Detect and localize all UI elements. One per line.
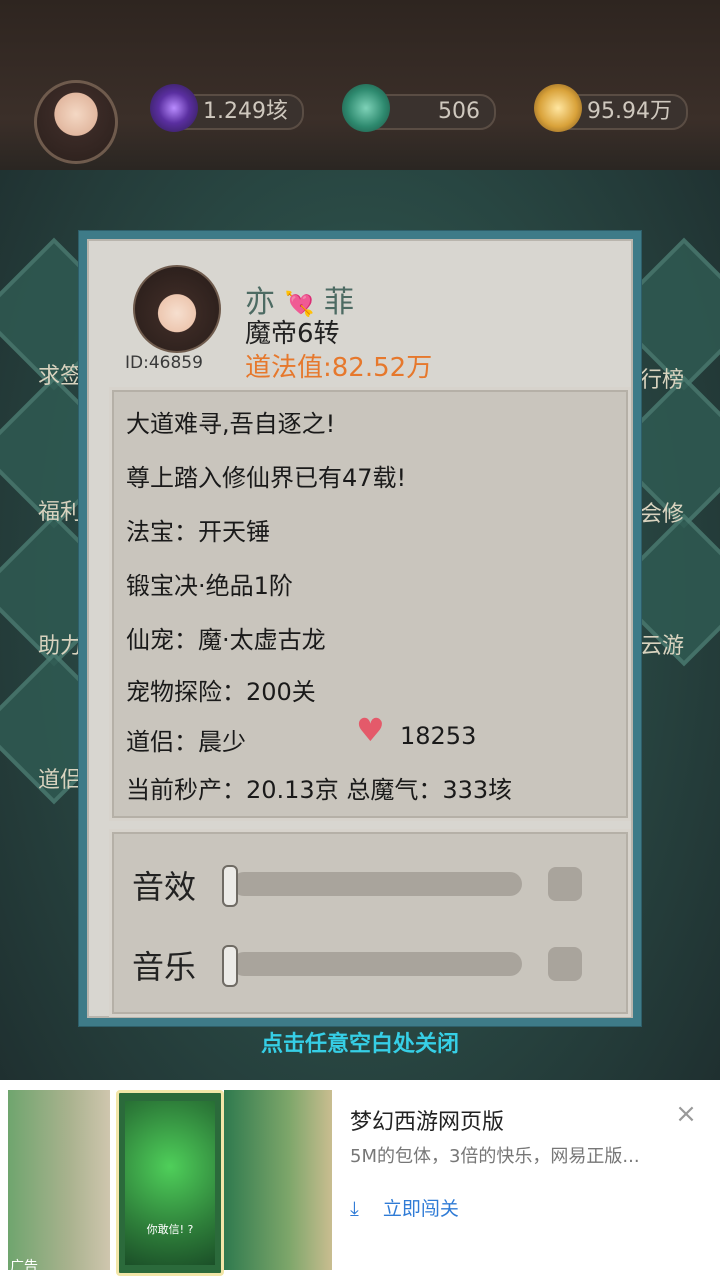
music-slider-track[interactable]: [232, 952, 522, 976]
side-label: 道侣: [38, 768, 83, 793]
resource-jade[interactable]: 506: [342, 84, 496, 132]
ad-cta-label: 立即闯关: [382, 1198, 459, 1220]
player-info-dialog: ID:46859 亦 💘 菲 魔帝6转 道法值:82.52万 大道难寻,吾自逐之…: [78, 230, 642, 1027]
ad-title[interactable]: 梦幻西游网页版: [350, 1104, 504, 1136]
top-bar: 1.249垓 506 95.94万: [0, 0, 720, 170]
info-panel: 大道难寻,吾自逐之! 尊上踏入修仙界已有47载! 法宝：开天锤 锻宝决·绝品1阶…: [109, 387, 631, 821]
download-icon: ⤓: [350, 1196, 359, 1220]
sound-slider-knob[interactable]: [222, 865, 238, 907]
sound-label: 音效: [132, 868, 197, 906]
resource-purple[interactable]: 1.249垓: [150, 84, 304, 132]
side-label: 福利: [38, 500, 83, 525]
music-slider-knob[interactable]: [222, 945, 238, 987]
sound-toggle-button[interactable]: [548, 867, 582, 901]
profile-avatar: [133, 265, 221, 353]
info-weapon: 法宝：开天锤: [126, 518, 270, 546]
side-label: 行榜: [640, 368, 685, 393]
resource-value: 506: [438, 99, 480, 124]
music-toggle-button[interactable]: [548, 947, 582, 981]
ad-cta-button[interactable]: ⤓ 立即闯关: [350, 1194, 459, 1221]
dialog-body: ID:46859 亦 💘 菲 魔帝6转 道法值:82.52万 大道难寻,吾自逐之…: [87, 239, 633, 1018]
info-production: 当前秒产：20.13京 总魔气：333垓: [126, 776, 513, 804]
purple-orb-icon: [150, 84, 198, 132]
gold-flower-icon: [534, 84, 582, 132]
sound-slider-track[interactable]: [232, 872, 522, 896]
jade-icon: [342, 84, 390, 132]
info-partner: 道侣：晨少: [126, 728, 246, 756]
resource-value: 1.249垓: [203, 99, 288, 124]
close-icon[interactable]: ×: [672, 1100, 700, 1128]
close-hint[interactable]: 点击任意空白处关闭: [0, 1026, 720, 1058]
side-label: 求签: [38, 364, 83, 389]
ad-image-phone[interactable]: 你敢信! ?: [116, 1090, 224, 1276]
info-pet: 仙宠：魔·太虚古龙: [126, 626, 326, 654]
info-pet-adventure: 宠物探险：200关: [126, 678, 316, 706]
ad-image-left[interactable]: [8, 1090, 110, 1270]
ad-image-right[interactable]: [224, 1090, 332, 1270]
resource-gold[interactable]: 95.94万: [534, 84, 688, 132]
info-years: 尊上踏入修仙界已有47载!: [126, 464, 407, 492]
info-partner-value: 18253: [400, 722, 477, 750]
ad-description[interactable]: 5M的包体，3倍的快乐，网易正版...: [350, 1142, 640, 1168]
music-label: 音乐: [132, 948, 197, 986]
side-label: 助力: [38, 634, 83, 659]
heart-icon: ♥: [356, 711, 385, 749]
settings-panel: 音效 音乐: [109, 829, 631, 1017]
info-motto: 大道难寻,吾自逐之!: [126, 410, 336, 438]
ad-phone-text: 你敢信! ?: [146, 1223, 194, 1236]
resource-value: 95.94万: [587, 99, 672, 124]
side-label: 云游: [640, 634, 685, 659]
player-id: ID:46859: [125, 353, 203, 373]
player-avatar[interactable]: [34, 80, 118, 164]
info-forge: 锻宝决·绝品1阶: [126, 572, 293, 600]
player-dao-value: 道法值:82.52万: [245, 353, 433, 383]
side-label: 会修: [640, 502, 685, 527]
ad-phone-screen: 你敢信! ?: [125, 1101, 215, 1265]
ad-tag: 广告: [10, 1259, 38, 1275]
player-rank: 魔帝6转: [245, 319, 340, 349]
